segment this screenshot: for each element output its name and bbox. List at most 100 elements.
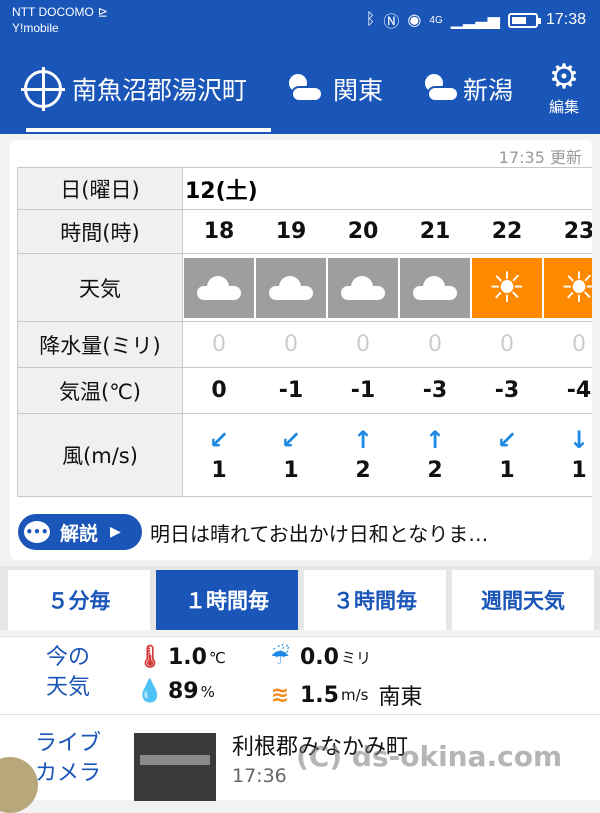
wind-cell: ↑ 2	[327, 414, 399, 496]
temperature-value: 1.0	[168, 645, 207, 670]
weather-cell	[399, 254, 471, 321]
tab-1hour[interactable]: １時間毎	[156, 570, 298, 630]
sun-icon: ☀	[560, 262, 592, 312]
label-line: ライブ	[34, 731, 101, 756]
location-header: 南魚沼郡湯沢町 関東 新潟 ⚙ 編集	[0, 44, 600, 134]
weather-cell	[255, 254, 327, 321]
carrier-name: NTT DOCOMO	[12, 5, 94, 19]
weather-box	[184, 257, 254, 318]
commentary-button[interactable]: ••• 解説 ▶	[18, 514, 142, 550]
wind-cell: ↑ 2	[399, 414, 471, 496]
weather-cell	[327, 254, 399, 321]
tab-location-niigata[interactable]: 新潟	[383, 44, 513, 134]
cloud-icon	[197, 275, 241, 300]
live-camera-label: ライブ カメラ	[30, 729, 106, 789]
wind-speed: 2	[427, 457, 443, 483]
table-row-hour: 時間(時) 18 19 20 21 22 23	[17, 209, 592, 253]
cloud-icon	[413, 275, 457, 300]
wind-cell: ↙ 1	[255, 414, 327, 496]
day-value: 12(土)	[185, 178, 258, 204]
rain-cell: 0	[356, 332, 370, 357]
hour-cell: 20	[347, 219, 379, 244]
tab-weekly[interactable]: 週間天気	[452, 570, 594, 630]
weather-box	[328, 257, 398, 318]
row-header: 日(曜日)	[17, 168, 183, 209]
bluetooth-icon: ᛒ	[365, 11, 376, 28]
humidity-unit: %	[200, 682, 215, 701]
tab-5min[interactable]: ５分毎	[8, 570, 150, 630]
forecast-card: 17:35 更新 日(曜日) 12(土) 時間(時) 18 19 20 21 22 23 …	[10, 140, 592, 560]
wind-speed: 1	[283, 457, 299, 483]
chevron-right-icon: ▶	[110, 524, 121, 540]
current-weather-label: 今の 天気	[38, 643, 98, 703]
wind-arrow-icon: ↙	[208, 425, 230, 454]
rain-cell: 0	[284, 332, 298, 357]
wind-value: 1.5	[300, 682, 339, 708]
wind-cell: ↓ 1	[543, 414, 592, 496]
wind-unit: m/s	[340, 686, 369, 704]
rain-cell: 0	[572, 332, 586, 357]
wind-direction: 南東	[378, 685, 423, 710]
tab-location-current[interactable]: 南魚沼郡湯沢町	[0, 44, 272, 134]
edit-button[interactable]: ⚙ 編集	[538, 58, 590, 117]
cloud-sun-icon	[287, 74, 324, 104]
wind-cell: ↙ 1	[183, 414, 255, 496]
interval-tabs: ５分毎 １時間毎 ３時間毎 週間天気	[0, 566, 600, 630]
temp-cell: 0	[211, 378, 227, 403]
status-bar: NTT DOCOMO ⊵ Y!mobile ᛒ Ⓝ ◉ 4G ▁▂▃▅ 17:38	[0, 0, 600, 44]
temp-cell: -1	[278, 378, 304, 403]
location-tabs: 南魚沼郡湯沢町 関東 新潟	[0, 44, 513, 134]
carrier-name-2: Y!mobile	[12, 21, 59, 35]
tab-3hour[interactable]: ３時間毎	[304, 570, 446, 630]
wind-arrow-icon: ↑	[424, 425, 446, 454]
sun-icon: ☀	[488, 262, 526, 312]
wind-speed: 2	[355, 457, 371, 483]
clock: 17:38	[545, 11, 586, 28]
wind-speed: 1	[571, 457, 587, 483]
current-weather[interactable]: 今の 天気 🌡 1.0 ℃ 💧 89% ☔ 0.0 ミリ ≋ 1.5 m/s 南東	[0, 636, 600, 714]
tab-location-kanto[interactable]: 関東	[247, 44, 383, 134]
current-temperature: 🌡 1.0 ℃	[136, 645, 226, 670]
network-type: 4G	[429, 14, 443, 26]
edit-label: 編集	[548, 98, 579, 116]
commentary-bar[interactable]: ••• 解説 ▶ 明日は晴れてお出かけ日和となりま…	[18, 514, 588, 550]
battery-icon	[507, 12, 541, 28]
temperature-unit: ℃	[208, 648, 226, 667]
label-line: 天気	[45, 675, 90, 700]
tab-label: 新潟	[463, 76, 514, 105]
nfc-icon: Ⓝ	[383, 14, 400, 31]
temp-cell: -3	[422, 378, 448, 403]
hour-cell: 19	[275, 219, 307, 244]
rain-cell: 0	[212, 332, 226, 357]
temp-cell: -1	[350, 378, 376, 403]
weather-box	[400, 257, 470, 318]
weather-box: ☀	[544, 257, 592, 318]
humidity-drops-icon: 💧	[136, 679, 164, 704]
signal-icon: ▁▂▃▅	[450, 12, 500, 29]
hour-cell: 21	[419, 219, 451, 244]
table-row-wind: 風(m/s) ↙ 1 ↙ 1 ↑ 2 ↑ 2 ↙ 1 ↓ 1	[17, 413, 592, 497]
tab-label: 南魚沼郡湯沢町	[72, 76, 248, 105]
hour-cell: 22	[491, 219, 523, 244]
eye-icon: ◉	[407, 12, 422, 29]
thermometer-icon: 🌡	[136, 645, 164, 670]
table-row-weather: 天気 ☀ ☀	[17, 253, 592, 321]
signal-glyph-icon: ⊵	[97, 5, 108, 19]
forecast-table[interactable]: 日(曜日) 12(土) 時間(時) 18 19 20 21 22 23 天気 ☀ ☀ 降水量…	[17, 167, 592, 497]
wind-icon: ≋	[270, 682, 290, 708]
commentary-button-label: 解説	[60, 522, 99, 545]
camera-thumbnail[interactable]	[134, 733, 216, 801]
row-header: 気温(℃)	[17, 368, 183, 413]
chat-bubble-icon: •••	[24, 521, 50, 543]
cloud-icon	[341, 275, 385, 300]
rain-value: 0.0	[300, 645, 339, 670]
temp-cell: -3	[494, 378, 520, 403]
wind-arrow-icon: ↙	[496, 425, 518, 454]
hour-cell: 18	[203, 219, 235, 244]
rain-cell: 0	[500, 332, 514, 357]
weather-cell: ☀	[543, 254, 592, 321]
wind-speed: 1	[211, 457, 227, 483]
wind-arrow-icon: ↓	[568, 425, 590, 454]
current-wind: ≋ 1.5 m/s 南東	[268, 679, 423, 711]
carrier-info: NTT DOCOMO ⊵ Y!mobile	[12, 4, 108, 36]
